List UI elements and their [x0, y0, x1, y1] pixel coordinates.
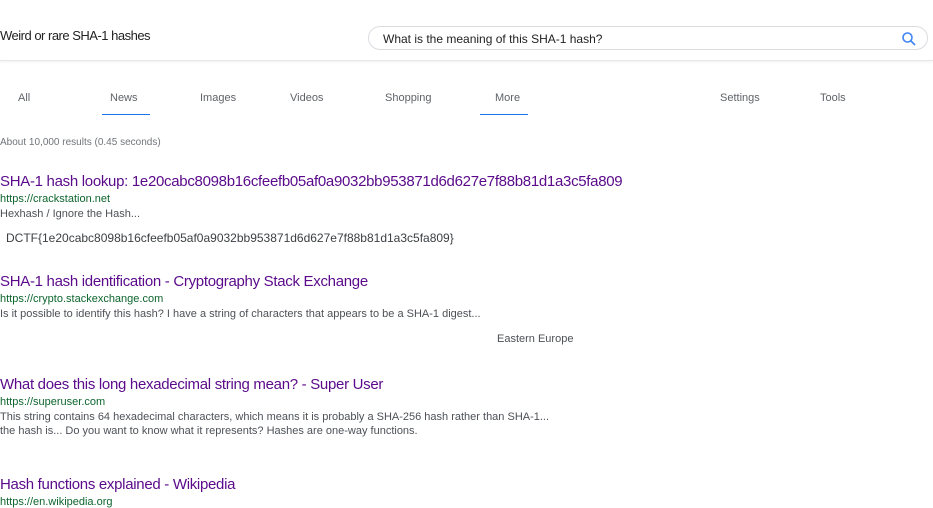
site-title[interactable]: Weird or rare SHA-1 hashes	[0, 28, 151, 43]
result-snippet: Is it possible to identify this hash? I …	[0, 308, 481, 320]
tab-news[interactable]: News	[110, 92, 138, 104]
result-url[interactable]: https://superuser.com	[0, 396, 933, 408]
result-title-link[interactable]: SHA-1 hash identification - Cryptography…	[0, 273, 933, 290]
tab-settings[interactable]: Settings	[720, 92, 760, 104]
search-tabs: All News Images Videos Shopping More Set…	[0, 84, 933, 118]
tab-tools[interactable]: Tools	[820, 92, 846, 104]
tab-images[interactable]: Images	[200, 92, 236, 104]
search-header: Weird or rare SHA-1 hashes What is the m…	[0, 0, 933, 61]
result-title-link[interactable]: What does this long hexadecimal string m…	[0, 376, 933, 393]
search-result: SHA-1 hash lookup: 1e20cabc8098b16cfeefb…	[0, 173, 933, 220]
result-stats: About 10,000 results (0.45 seconds)	[0, 137, 161, 148]
result-url[interactable]: https://crypto.stackexchange.com	[0, 293, 933, 305]
result-title-link[interactable]: SHA-1 hash lookup: 1e20cabc8098b16cfeefb…	[0, 173, 933, 190]
tab-more[interactable]: More	[495, 92, 520, 104]
result-snippet-extra: the hash is... Do you want to know what …	[0, 425, 418, 437]
region-label: Eastern Europe	[497, 333, 574, 345]
result-url[interactable]: https://crackstation.net	[0, 193, 933, 205]
search-result: SHA-1 hash identification - Cryptography…	[0, 273, 933, 320]
active-tab-indicator	[102, 114, 150, 115]
tab-shopping[interactable]: Shopping	[385, 92, 432, 104]
search-icon[interactable]	[901, 31, 917, 47]
search-query: What is the meaning of this SHA-1 hash?	[383, 32, 603, 46]
result-snippet: Hexhash / Ignore the Hash...	[0, 208, 141, 220]
tab-videos[interactable]: Videos	[290, 92, 323, 104]
search-result: What does this long hexadecimal string m…	[0, 376, 933, 437]
result-url[interactable]: https://en.wikipedia.org	[0, 496, 933, 508]
result-title-link[interactable]: Hash functions explained - Wikipedia	[0, 476, 933, 493]
hash-text: DCTF{1e20cabc8098b16cfeefb05af0a9032bb95…	[6, 231, 454, 245]
result-snippet: This string contains 64 hexadecimal char…	[0, 411, 550, 423]
tab-all[interactable]: All	[18, 92, 30, 104]
search-input[interactable]: What is the meaning of this SHA-1 hash?	[368, 26, 928, 50]
tab-indicator	[480, 114, 528, 115]
search-result: Hash functions explained - Wikipedia htt…	[0, 476, 933, 508]
